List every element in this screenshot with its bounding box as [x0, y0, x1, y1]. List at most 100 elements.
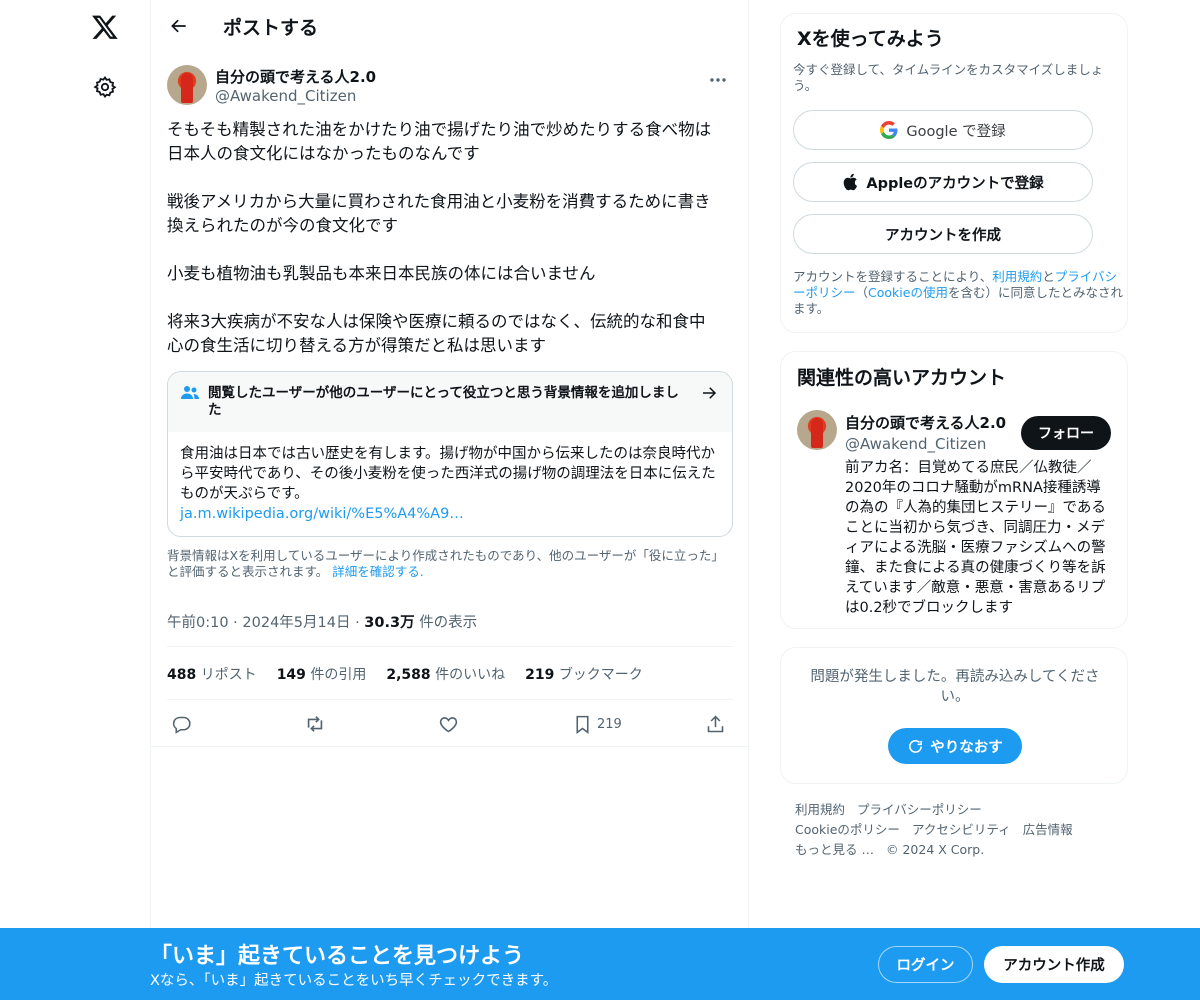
views-count: 30.3万	[364, 615, 415, 631]
post-meta: 午前0:10 · 2024年5月14日 · 30.3万 件の表示	[167, 615, 478, 631]
views-label: 件の表示	[419, 615, 478, 631]
google-signup-button[interactable]: Google で登録	[793, 110, 1093, 150]
main-column: ポストする 自分の頭で考える人2.0 @Awakend_Citizen そもそも…	[150, 0, 749, 928]
likes-count: 2,588	[386, 667, 431, 683]
signup-card-title: Xを使ってみよう	[797, 28, 944, 50]
apple-signup-button[interactable]: Appleのアカウントで登録	[793, 162, 1093, 202]
post-stats: 488 リポスト 149 件の引用 2,588 件のいいね 219 ブックマーク	[167, 664, 643, 684]
post-paragraph: 戦後アメリカから大量に買わされた食用油と小麦粉を消費するために書き 換えられたの…	[167, 192, 711, 235]
community-note-title: 閲覧したユーザーが他のユーザーにとって役立つと思う背景情報を追加しました	[208, 385, 679, 418]
arrow-right-icon[interactable]	[700, 384, 718, 402]
footer-link[interactable]: 利用規約	[795, 802, 845, 817]
error-message: 問題が発生しました。再読み込みしてください。	[810, 669, 1100, 705]
retry-button[interactable]: やりなおす	[888, 728, 1022, 764]
divider	[167, 699, 733, 700]
bookmarks-label: ブックマーク	[558, 667, 643, 683]
login-button[interactable]: ログイン	[878, 946, 973, 983]
apple-signup-label: Appleのアカウントで登録	[866, 175, 1044, 192]
bottom-signup-bar: 「いま」起きていることを見つけよう Xなら、「いま」起きていることをいち早くチェ…	[0, 928, 1200, 1000]
post-paragraph: 小麦も植物油も乳製品も本来日本民族の体には合いません	[167, 264, 596, 283]
reply-button[interactable]	[171, 712, 192, 736]
terms-text: アカウントを登録することにより、	[793, 269, 993, 284]
avatar[interactable]	[167, 65, 207, 105]
google-signup-label: Google で登録	[906, 123, 1006, 140]
gear-icon[interactable]	[90, 72, 120, 102]
community-note-body: 食用油は日本では古い歴史を有します。揚げ物が中国から伝来したのは奈良時代から平安…	[180, 444, 720, 524]
related-accounts-card: 関連性の高いアカウント 自分の頭で考える人2.0 @Awakend_Citize…	[780, 351, 1128, 629]
share-button[interactable]	[705, 712, 726, 736]
reply-icon	[172, 716, 191, 734]
back-arrow-icon[interactable]	[165, 12, 193, 40]
refresh-icon	[909, 739, 923, 753]
copyright: © 2024 X Corp.	[885, 842, 985, 857]
heart-icon	[439, 716, 458, 732]
footer-link[interactable]: アクセシビリティ	[912, 822, 1011, 837]
community-note: 閲覧したユーザーが他のユーザーにとって役立つと思う背景情報を追加しました 食用油…	[167, 371, 733, 537]
signup-card: Xを使ってみよう 今すぐ登録して、タイムラインをカスタマイズしましょう。 Goo…	[780, 13, 1128, 333]
terms-link[interactable]: 利用規約	[992, 269, 1042, 284]
like-button[interactable]	[438, 712, 459, 736]
footer-link[interactable]: プライバシーポリシー	[857, 802, 982, 817]
reposts-count: 488	[167, 667, 197, 683]
share-icon	[707, 715, 724, 732]
bookmark-icon	[576, 715, 589, 734]
post-actions: 219	[167, 706, 733, 742]
signup-card-subtitle: 今すぐ登録して、タイムラインをカスタマイズしましょう。	[793, 62, 1104, 93]
likes-stat[interactable]: 2,588 件のいいね	[386, 664, 505, 684]
related-accounts-title: 関連性の高いアカウント	[797, 367, 1007, 389]
post-time[interactable]: 午前0:10	[167, 615, 229, 631]
likes-label: 件のいいね	[435, 667, 506, 683]
related-account-name[interactable]: 自分の頭で考える人2.0	[845, 412, 1006, 433]
terms-text: と	[1042, 269, 1055, 284]
community-note-link[interactable]: ja.m.wikipedia.org/wiki/%E5%A4%A9…	[180, 504, 720, 524]
quotes-count: 149	[276, 667, 306, 683]
reposts-stat[interactable]: 488 リポスト	[167, 664, 257, 684]
post-text: そもそも精製された油をかけたり油で揚げたり油で炒めたりする食べ物は 日本人の食文…	[167, 118, 733, 358]
note-footer-text: 背景情報はXを利用しているユーザーにより作成されたものであり、他のユーザーが「役…	[167, 548, 724, 579]
community-note-header[interactable]: 閲覧したユーザーが他のユーザーにとって役立つと思う背景情報を追加しました	[168, 372, 732, 432]
footer-link[interactable]: Cookieのポリシー	[795, 822, 900, 837]
follow-button[interactable]: フォロー	[1021, 416, 1111, 450]
bottom-bar-title: 「いま」起きていることを見つけよう	[150, 944, 525, 969]
cookie-link[interactable]: Cookieの使用	[868, 285, 948, 300]
reposts-label: リポスト	[200, 667, 257, 683]
post-author: 自分の頭で考える人2.0 @Awakend_Citizen	[167, 64, 733, 108]
bookmarks-stat[interactable]: 219 ブックマーク	[525, 664, 643, 684]
community-note-text: 食用油は日本では古い歴史を有します。揚げ物が中国から伝来したのは奈良時代から平安…	[180, 446, 716, 502]
post-paragraph: そもそも精製された油をかけたり油で揚げたり油で炒めたりする食べ物は 日本人の食文…	[167, 120, 712, 163]
more-options-icon[interactable]	[703, 68, 733, 92]
footer-links: 利用規約 プライバシーポリシー Cookieのポリシー アクセシビリティ 広告情報 も…	[795, 800, 1115, 860]
community-note-footer: 背景情報はXを利用しているユーザーにより作成されたものであり、他のユーザーが「役…	[167, 548, 733, 580]
related-account-handle[interactable]: @Awakend_Citizen	[845, 435, 986, 453]
note-footer-link[interactable]: 詳細を確認する.	[332, 564, 423, 579]
bottom-bar-subtitle: Xなら、「いま」起きていることをいち早くチェックできます。	[150, 973, 558, 989]
signup-button[interactable]: アカウント作成	[984, 946, 1124, 983]
author-name[interactable]: 自分の頭で考える人2.0	[215, 66, 376, 87]
google-icon	[880, 121, 898, 139]
quotes-stat[interactable]: 149 件の引用	[277, 664, 367, 684]
page: ポストする 自分の頭で考える人2.0 @Awakend_Citizen そもそも…	[0, 0, 1200, 1000]
bookmark-count: 219	[597, 716, 622, 732]
x-logo-icon[interactable]	[88, 10, 122, 44]
footer-link[interactable]: 広告情報	[1023, 822, 1073, 837]
avatar[interactable]	[797, 410, 837, 450]
footer-link[interactable]: もっと見る …	[795, 842, 874, 857]
repost-icon	[307, 716, 323, 732]
page-title: ポストする	[223, 17, 319, 39]
divider	[167, 646, 733, 647]
error-card: 問題が発生しました。再読み込みしてください。 やりなおす	[780, 647, 1128, 784]
related-account-bio: 前アカ名：目覚めてる庶民／仏教徒／2020年のコロナ騒動がmRNA接種誘導の為の…	[845, 460, 1106, 616]
post-date[interactable]: 2024年5月14日	[242, 615, 350, 631]
terms-text: （	[855, 285, 869, 300]
apple-icon	[844, 173, 858, 191]
people-icon	[181, 386, 199, 399]
retry-label: やりなおす	[930, 739, 1003, 756]
bookmarks-count: 219	[525, 667, 555, 683]
divider	[151, 746, 749, 747]
repost-button[interactable]	[304, 712, 326, 736]
bookmark-button[interactable]: 219	[572, 712, 622, 736]
left-nav	[0, 0, 150, 928]
author-handle[interactable]: @Awakend_Citizen	[215, 87, 356, 105]
signup-terms: アカウントを登録することにより、利用規約とプライバシーポリシー（Cookieの使…	[793, 269, 1123, 317]
create-account-button[interactable]: アカウントを作成	[793, 214, 1093, 254]
